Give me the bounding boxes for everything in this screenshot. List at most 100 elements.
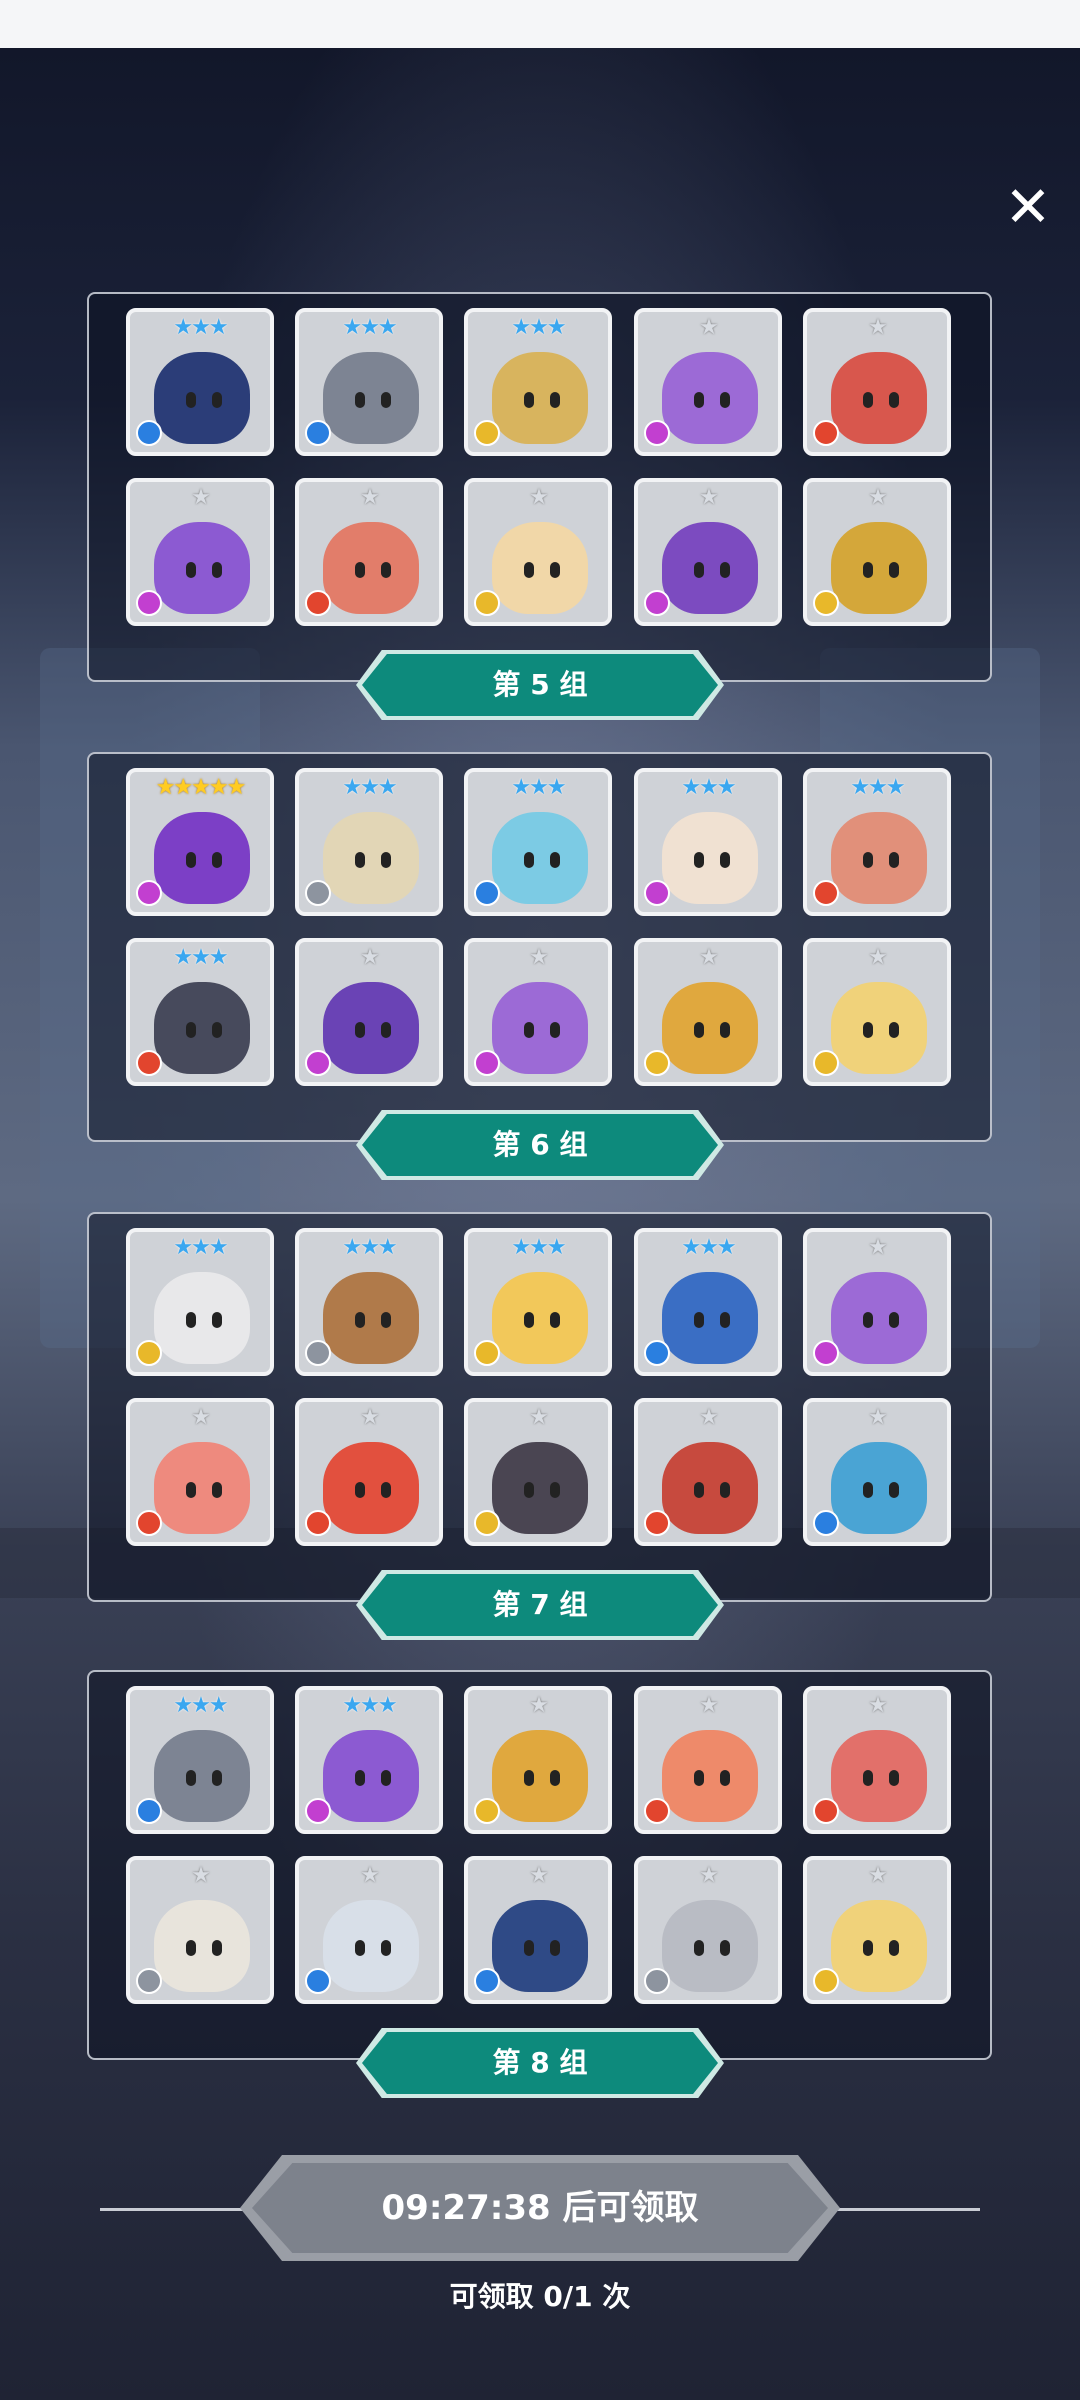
hero-card[interactable]: ★★★ xyxy=(126,308,274,456)
hero-card[interactable]: ★ xyxy=(803,938,951,1086)
hero-eye xyxy=(212,1022,222,1038)
hero-eye xyxy=(355,562,365,578)
hero-card[interactable]: ★ xyxy=(634,308,782,456)
hero-card[interactable]: ★ xyxy=(803,1398,951,1546)
sun-element-icon xyxy=(305,880,331,906)
hero-card[interactable]: ★ xyxy=(803,478,951,626)
hero-eye xyxy=(889,1022,899,1038)
star-rating: ★ xyxy=(868,1405,888,1430)
hero-card[interactable]: ★ xyxy=(126,1398,274,1546)
hero-portrait xyxy=(831,1730,927,1822)
hero-eye xyxy=(550,1482,560,1498)
hero-card[interactable]: ★ xyxy=(634,1856,782,2004)
hero-card[interactable]: ★★★ xyxy=(803,768,951,916)
hero-eye xyxy=(355,1022,365,1038)
hero-portrait xyxy=(154,812,250,904)
hero-card[interactable]: ★★★ xyxy=(464,1228,612,1376)
hero-card[interactable]: ★★★ xyxy=(126,1686,274,1834)
hero-eye xyxy=(355,1482,365,1498)
star-rating: ★ xyxy=(699,1405,719,1430)
hero-card[interactable]: ★★★★★ xyxy=(126,768,274,916)
fire-element-icon xyxy=(813,420,839,446)
hero-card[interactable]: ★ xyxy=(295,938,443,1086)
hero-card[interactable]: ★ xyxy=(295,478,443,626)
hero-card[interactable]: ★★★ xyxy=(295,768,443,916)
hero-eye xyxy=(863,852,873,868)
hero-card[interactable]: ★ xyxy=(295,1398,443,1546)
hero-card[interactable]: ★★★ xyxy=(295,1686,443,1834)
hero-portrait xyxy=(154,1730,250,1822)
hero-eye xyxy=(355,1770,365,1786)
hero-eye xyxy=(381,1312,391,1328)
hero-portrait xyxy=(492,1730,588,1822)
hero-card[interactable]: ★ xyxy=(634,938,782,1086)
hero-card[interactable]: ★★★ xyxy=(634,1228,782,1376)
hero-eye xyxy=(550,1770,560,1786)
hero-card[interactable]: ★ xyxy=(464,1686,612,1834)
moon-element-icon xyxy=(136,880,162,906)
claim-button-label[interactable]: 09:27:38 后可领取 xyxy=(240,2155,840,2261)
water-element-icon xyxy=(474,880,500,906)
hero-eye xyxy=(524,392,534,408)
star-rating: ★ xyxy=(191,485,211,510)
hero-card[interactable]: ★ xyxy=(634,1686,782,1834)
star-rating: ★ xyxy=(699,1693,719,1718)
hero-portrait xyxy=(662,1730,758,1822)
hero-eye xyxy=(863,1022,873,1038)
hero-card[interactable]: ★ xyxy=(803,1686,951,1834)
hero-portrait xyxy=(323,352,419,444)
hero-card[interactable]: ★ xyxy=(464,938,612,1086)
hero-card[interactable]: ★ xyxy=(803,1856,951,2004)
hero-portrait xyxy=(831,812,927,904)
hero-eye xyxy=(550,392,560,408)
star-rating: ★★★ xyxy=(342,775,397,800)
hero-eye xyxy=(694,1770,704,1786)
star-rating: ★ xyxy=(868,1235,888,1260)
hero-eye xyxy=(186,1482,196,1498)
water-element-icon xyxy=(813,1510,839,1536)
hero-card[interactable]: ★ xyxy=(126,478,274,626)
hero-card[interactable]: ★ xyxy=(126,1856,274,2004)
hero-eye xyxy=(889,562,899,578)
hero-eye xyxy=(524,1940,534,1956)
hero-portrait xyxy=(492,1900,588,1992)
hero-portrait xyxy=(154,1272,250,1364)
hero-eye xyxy=(212,392,222,408)
hero-eye xyxy=(550,562,560,578)
star-rating: ★ xyxy=(529,1405,549,1430)
hero-eye xyxy=(550,1022,560,1038)
hero-eye xyxy=(720,1022,730,1038)
hero-portrait xyxy=(154,982,250,1074)
hero-eye xyxy=(355,392,365,408)
hero-card[interactable]: ★ xyxy=(803,308,951,456)
hero-card[interactable]: ★ xyxy=(464,1856,612,2004)
water-element-icon xyxy=(305,1968,331,1994)
group-label: 第 6 组 xyxy=(362,1114,718,1176)
star-rating: ★ xyxy=(529,945,549,970)
hero-card[interactable]: ★ xyxy=(295,1856,443,2004)
hero-card[interactable]: ★★★ xyxy=(464,308,612,456)
hero-card[interactable]: ★★★ xyxy=(634,768,782,916)
hero-card[interactable]: ★★★ xyxy=(126,938,274,1086)
hero-eye xyxy=(212,1770,222,1786)
hero-eye xyxy=(355,852,365,868)
star-rating: ★ xyxy=(360,1863,380,1888)
hero-card[interactable]: ★ xyxy=(464,478,612,626)
group-label: 第 5 组 xyxy=(362,654,718,716)
hero-card[interactable]: ★★★ xyxy=(464,768,612,916)
hero-card[interactable]: ★ xyxy=(634,478,782,626)
star-rating: ★ xyxy=(529,1693,549,1718)
water-element-icon xyxy=(136,1798,162,1824)
claim-count-text: 可领取 0/1 次 xyxy=(449,2280,631,2313)
fire-element-icon xyxy=(644,1798,670,1824)
hero-card[interactable]: ★★★ xyxy=(295,1228,443,1376)
hero-card[interactable]: ★★★ xyxy=(295,308,443,456)
hero-card[interactable]: ★ xyxy=(803,1228,951,1376)
star-rating: ★★★ xyxy=(511,1235,566,1260)
hero-card[interactable]: ★ xyxy=(464,1398,612,1546)
hero-eye xyxy=(694,1022,704,1038)
close-button[interactable]: ✕ xyxy=(1000,180,1056,236)
hero-card[interactable]: ★★★ xyxy=(126,1228,274,1376)
light-element-icon xyxy=(813,1968,839,1994)
hero-card[interactable]: ★ xyxy=(634,1398,782,1546)
